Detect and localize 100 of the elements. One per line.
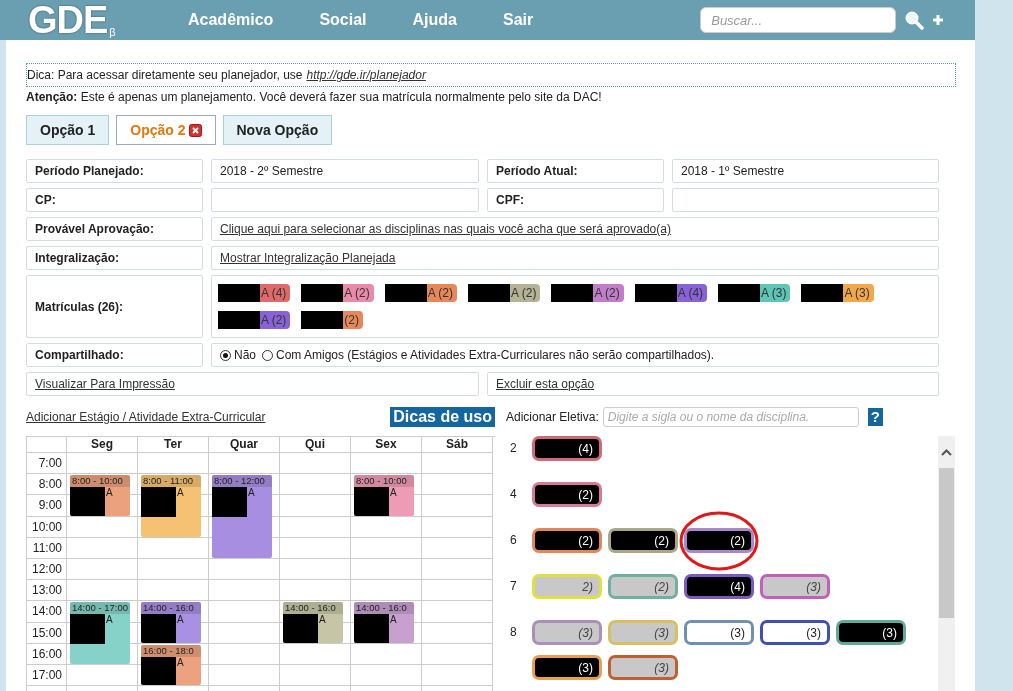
class-section: A: [106, 487, 113, 499]
tag-text: A (2): [344, 286, 370, 300]
redaction-bar: [354, 487, 389, 516]
elective-tag[interactable]: (3): [760, 620, 830, 645]
calendar-cell: [209, 580, 280, 602]
course-tag[interactable]: A (2): [551, 284, 624, 302]
hour-label: 10:00: [27, 516, 67, 538]
elective-tag[interactable]: (3): [684, 620, 754, 645]
elective-tag[interactable]: (2): [532, 528, 602, 553]
redaction-bar: [141, 656, 176, 686]
course-tag[interactable]: A (4): [218, 284, 291, 302]
option-tab[interactable]: Opção 1: [26, 115, 110, 145]
search-field[interactable]: Buscar...: [700, 7, 897, 33]
class-block[interactable]: 14:00 - 16:0 A: [141, 602, 201, 643]
plus-icon[interactable]: [932, 14, 945, 26]
calendar-cell: [422, 453, 493, 475]
class-block[interactable]: 8:00 - 10:00 A: [354, 475, 414, 516]
calendar-cell: [138, 580, 209, 602]
credit-count: (2): [654, 533, 669, 548]
calendar-cell: [422, 601, 493, 623]
hour-label: 13:00: [27, 580, 67, 602]
class-block[interactable]: 16:00 - 18:0 A: [141, 644, 201, 686]
elective-tag[interactable]: (2): [608, 574, 678, 599]
class-block[interactable]: 14:00 - 16:0 A: [354, 602, 414, 643]
calendar-cell: [422, 643, 493, 665]
elective-tag[interactable]: (3): [608, 655, 678, 680]
field-label: Período Planejado:: [26, 159, 203, 183]
course-tag[interactable]: A (2): [301, 284, 374, 302]
day-header: Sáb: [422, 437, 493, 453]
elective-tag[interactable]: (2): [608, 528, 678, 553]
help-button[interactable]: ?: [867, 408, 883, 426]
semester-number: 4: [509, 486, 518, 503]
field-label: CP:: [26, 188, 203, 212]
elective-tag[interactable]: (4): [532, 436, 602, 461]
tips-button[interactable]: Dicas de uso: [390, 407, 495, 427]
elective-label: Adicionar Eletiva:: [506, 410, 599, 424]
elective-tag[interactable]: (3): [836, 620, 906, 645]
calendar-cell: [422, 664, 493, 687]
hour-label: 9:00: [27, 495, 67, 517]
planner-link[interactable]: http://gde.ir/planejador: [306, 68, 426, 82]
field-label: Integralização:: [26, 246, 203, 270]
calendar-cell: [422, 558, 493, 581]
calendar-cell: [422, 495, 493, 517]
class-block[interactable]: 8:00 - 11:00 A: [141, 475, 201, 537]
calendar-cell: [280, 537, 351, 559]
elective-tag[interactable]: (3): [760, 574, 830, 599]
calendar-cell: [280, 580, 351, 602]
approval-link[interactable]: Clique aqui para selecionar as disciplinas nas quais você acha que será aprovado(a): [220, 222, 671, 236]
calendar-cell: [67, 580, 138, 602]
class-block[interactable]: 8:00 - 10:00 A: [70, 475, 130, 516]
field-value: 2018 - 2º Semestre: [211, 159, 479, 183]
elective-tag[interactable]: (2): [532, 482, 602, 507]
redaction-bar: [634, 284, 677, 302]
calendar-cell: [280, 453, 351, 475]
class-time: 8:00 - 11:00: [141, 475, 201, 488]
credit-count: (4): [578, 441, 593, 456]
option-tab[interactable]: Nova Opção: [222, 115, 333, 145]
scrollbar-thumb[interactable]: [939, 468, 954, 618]
elective-tag[interactable]: 2): [532, 574, 602, 599]
search-icon[interactable]: [904, 10, 925, 30]
course-tag[interactable]: A (3): [801, 284, 874, 302]
integration-link[interactable]: Mostrar Integralização Planejada: [220, 251, 396, 265]
class-section: A: [319, 614, 326, 626]
class-time: 14:00 - 17:00: [70, 602, 130, 615]
delete-link[interactable]: Excluir esta opção: [496, 377, 595, 391]
hour-label: 15:00: [27, 622, 67, 644]
elective-tag[interactable]: (4): [684, 574, 754, 599]
calendar-cell: [280, 474, 351, 496]
calendar-cell: [351, 453, 422, 475]
elective-tag[interactable]: (2): [684, 528, 754, 553]
course-tag[interactable]: A (2): [384, 284, 458, 302]
credit-count: (2): [578, 533, 593, 548]
elective-tag[interactable]: (3): [608, 620, 678, 645]
print-link[interactable]: Visualizar Para Impressão: [35, 377, 175, 391]
day-header: Qui: [280, 437, 351, 453]
scrollbar[interactable]: [938, 436, 955, 691]
hour-label: 16:00: [27, 643, 67, 665]
day-header: Quar: [209, 437, 280, 453]
elective-search-field[interactable]: Digite a sigla ou o nome da disciplina.: [602, 407, 859, 427]
calendar-cell: [351, 537, 422, 559]
add-activity-link[interactable]: Adicionar Estágio / Atividade Extra-Curricular: [26, 410, 266, 424]
credit-count: (3): [578, 625, 593, 640]
field-label: Compartilhado:: [26, 343, 203, 367]
class-block[interactable]: 8:00 - 12:00 A: [212, 475, 272, 558]
course-tag[interactable]: A (3): [718, 284, 791, 302]
class-time: 8:00 - 12:00: [212, 475, 272, 488]
course-tag[interactable]: A (2): [468, 284, 541, 302]
elective-tag[interactable]: (3): [532, 655, 602, 680]
elective-tag[interactable]: (3): [532, 620, 602, 645]
redaction-bar: [70, 487, 105, 516]
tag-text: (2): [344, 313, 359, 327]
class-block[interactable]: 14:00 - 17:00 A: [70, 602, 130, 664]
class-section: A: [177, 487, 184, 499]
credit-count: (3): [654, 625, 669, 640]
credit-count: (3): [578, 660, 593, 675]
close-icon[interactable]: [188, 123, 202, 137]
course-tag[interactable]: (2): [301, 311, 363, 329]
redaction-bar: [70, 614, 105, 645]
tip-text: Dica: Para acessar diretamente seu planejador, use: [27, 68, 303, 82]
class-block[interactable]: 14:00 - 16:0 A: [283, 602, 343, 643]
